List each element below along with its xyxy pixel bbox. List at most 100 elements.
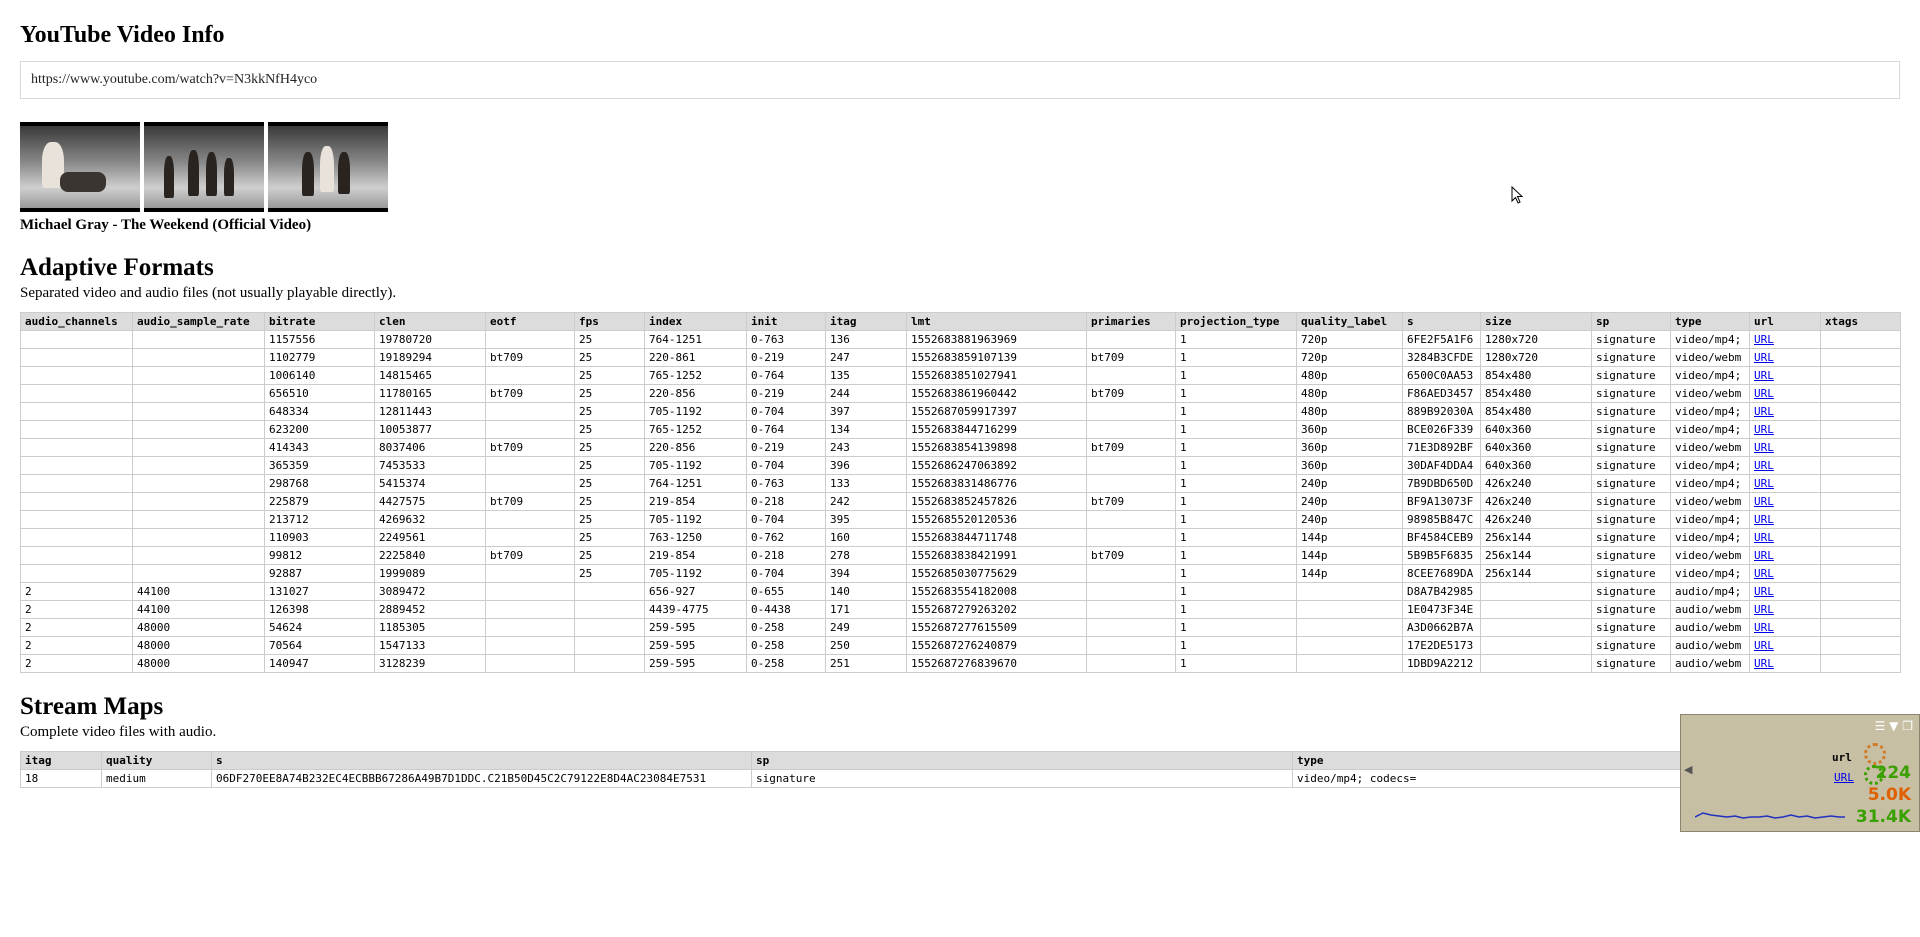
url-link[interactable]: URL <box>1754 639 1774 652</box>
cell-clen: 14815465 <box>374 366 486 385</box>
cell-init: 0-704 <box>746 402 826 421</box>
cell-init: 0-219 <box>746 348 826 367</box>
cell-xtags <box>1820 474 1901 493</box>
table-row: 1006140 14815465 25 765-1252 0-764 135 1552683… <box>20 366 1901 385</box>
cell-fps: 25 <box>574 528 645 547</box>
cell-index: 4439-4775 <box>644 600 747 619</box>
cell-audio-channels: 2 <box>20 600 133 619</box>
collapse-arrow-icon[interactable]: ◀ <box>1684 763 1692 776</box>
cell-size: 640x360 <box>1480 456 1592 475</box>
cell-eotf <box>485 330 575 349</box>
url-link[interactable]: URL <box>1754 369 1774 382</box>
cell-projection-type: 1 <box>1175 456 1297 475</box>
url-link[interactable]: URL <box>1754 423 1774 436</box>
cell-projection-type: 1 <box>1175 546 1297 565</box>
cell-clen: 2889452 <box>374 600 486 619</box>
cell-quality-label <box>1296 618 1403 637</box>
thumbnail-1[interactable] <box>20 122 140 212</box>
cell-itag: 243 <box>825 438 907 457</box>
cell-sp: signature <box>1591 510 1671 529</box>
cell-primaries <box>1086 402 1176 421</box>
network-monitor-widget[interactable]: ☰ ▼ ❐ url URL ◀ 224 5.0K 31.4K <box>1680 714 1920 832</box>
cell-sp: signature <box>1591 456 1671 475</box>
url-link[interactable]: URL <box>1754 441 1774 454</box>
cell-init: 0-764 <box>746 420 826 439</box>
url-input[interactable]: https://www.youtube.com/watch?v=N3kkNfH4… <box>20 61 1900 99</box>
cell-clen: 7453533 <box>374 456 486 475</box>
adaptive-col-bitrate: bitrate <box>264 312 375 331</box>
cell-itag: 395 <box>825 510 907 529</box>
url-link[interactable]: URL <box>1754 567 1774 580</box>
cell-fps: 25 <box>574 384 645 403</box>
cell-sp: signature <box>1591 564 1671 583</box>
cell-audio-channels <box>20 546 133 565</box>
widget-url-link[interactable]: URL <box>1834 771 1854 784</box>
streams-col-quality: quality <box>101 751 212 770</box>
cell-eotf <box>485 474 575 493</box>
cell-audio-sample-rate: 44100 <box>132 582 265 601</box>
cell-primaries <box>1086 564 1176 583</box>
cell-audio-channels <box>20 366 133 385</box>
table-row: 92887 1999089 25 705-1192 0-704 394 1552685030… <box>20 564 1901 583</box>
cell-type: video/webm <box>1670 384 1750 403</box>
cell-s: 8CEE7689DA <box>1402 564 1481 583</box>
table-row: 2 44100 131027 3089472 656-927 0-655 140 155268… <box>20 582 1901 601</box>
cell-audio-channels <box>20 456 133 475</box>
cell-size: 640x360 <box>1480 420 1592 439</box>
cell-eotf: bt709 <box>485 348 575 367</box>
url-link[interactable]: URL <box>1754 621 1774 634</box>
url-link[interactable]: URL <box>1754 495 1774 508</box>
cell-s: 889B92030A <box>1402 402 1481 421</box>
cell-primaries: bt709 <box>1086 546 1176 565</box>
widget-controls[interactable]: ☰ ▼ ❐ <box>1875 719 1913 733</box>
cell-audio-sample-rate <box>132 510 265 529</box>
cell-size: 426x240 <box>1480 510 1592 529</box>
cell-audio-channels: 2 <box>20 618 133 637</box>
cell-url: URL <box>1749 582 1821 601</box>
cell-projection-type: 1 <box>1175 474 1297 493</box>
cell-url: URL <box>1749 510 1821 529</box>
url-link[interactable]: URL <box>1754 477 1774 490</box>
cell-audio-channels: 2 <box>20 636 133 655</box>
url-link[interactable]: URL <box>1754 603 1774 616</box>
window-icon[interactable]: ❐ <box>1902 719 1913 733</box>
cell-type: video/mp4; <box>1670 456 1750 475</box>
cell-xtags <box>1820 654 1901 673</box>
cell-type: audio/webm <box>1670 636 1750 655</box>
url-link[interactable]: URL <box>1754 351 1774 364</box>
url-link[interactable]: URL <box>1754 405 1774 418</box>
url-link[interactable]: URL <box>1754 531 1774 544</box>
cell-primaries <box>1086 582 1176 601</box>
cell-sp: signature <box>1591 402 1671 421</box>
url-link[interactable]: URL <box>1754 657 1774 670</box>
cell-lmt: 1552683831486776 <box>906 474 1087 493</box>
url-link[interactable]: URL <box>1754 549 1774 562</box>
url-link[interactable]: URL <box>1754 513 1774 526</box>
adaptive-formats-heading: Adaptive Formats <box>20 254 214 281</box>
thumbnail-2[interactable] <box>144 122 264 212</box>
cell-type: video/webm <box>1670 546 1750 565</box>
adaptive-col-lmt: lmt <box>906 312 1087 331</box>
cell-init: 0-704 <box>746 510 826 529</box>
url-link[interactable]: URL <box>1754 459 1774 472</box>
cell-index: 220-861 <box>644 348 747 367</box>
cell-lmt: 1552683554182008 <box>906 582 1087 601</box>
url-link[interactable]: URL <box>1754 333 1774 346</box>
cell-s: 1DBD9A2212 <box>1402 654 1481 673</box>
cell-url: URL <box>1749 402 1821 421</box>
cell-quality-label: 240p <box>1296 474 1403 493</box>
url-link[interactable]: URL <box>1754 387 1774 400</box>
cell-fps: 25 <box>574 492 645 511</box>
cell-projection-type: 1 <box>1175 564 1297 583</box>
cell-fps: 25 <box>574 510 645 529</box>
cell-s: F86AED3457 <box>1402 384 1481 403</box>
cell-eotf <box>485 456 575 475</box>
menu-icon[interactable]: ☰ <box>1875 719 1886 733</box>
cell-sp: signature <box>1591 438 1671 457</box>
dropdown-icon[interactable]: ▼ <box>1889 719 1898 733</box>
adaptive-col-audio-channels: audio_channels <box>20 312 133 331</box>
cell-size <box>1480 600 1592 619</box>
url-link[interactable]: URL <box>1754 585 1774 598</box>
cell-type: video/webm <box>1670 348 1750 367</box>
thumbnail-3[interactable] <box>268 122 388 212</box>
